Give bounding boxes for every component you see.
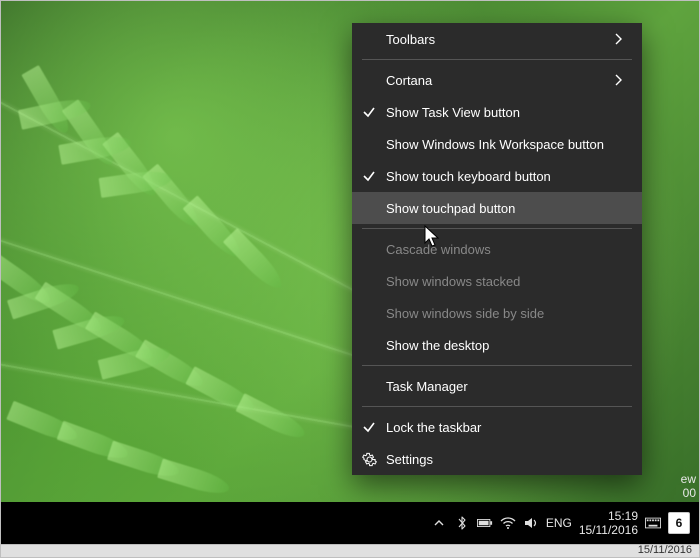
menu-item-label: Toolbars (386, 32, 608, 47)
tray-date: 15/11/2016 (579, 523, 638, 537)
menu-item-label: Lock the taskbar (386, 420, 608, 435)
tray-peek-text: ew 00 (681, 472, 696, 500)
tray-peek-line1: ew (681, 472, 696, 486)
menu-item-label: Settings (386, 452, 608, 467)
chevron-up-icon[interactable] (431, 515, 447, 531)
menu-item-label: Show touchpad button (386, 201, 608, 216)
menu-item-label: Show windows stacked (386, 274, 608, 289)
menu-item-show-task-view[interactable]: Show Task View button (352, 96, 642, 128)
keyboard-icon[interactable] (645, 515, 661, 531)
menu-separator (362, 365, 632, 366)
menu-item-show-touch-keyboard[interactable]: Show touch keyboard button (352, 160, 642, 192)
system-tray[interactable]: ENG 15:19 15/11/2016 6 (425, 502, 696, 544)
volume-icon[interactable] (523, 515, 539, 531)
menu-item-show-touchpad[interactable]: Show touchpad button (352, 192, 642, 224)
menu-item-task-manager[interactable]: Task Manager (352, 370, 642, 402)
chevron-right-icon (608, 33, 628, 45)
menu-item-label: Cascade windows (386, 242, 608, 257)
menu-item-toolbars[interactable]: Toolbars (352, 23, 642, 55)
tray-peek-line2: 00 (681, 486, 696, 500)
menu-item-label: Show Windows Ink Workspace button (386, 137, 608, 152)
footer-strip: 15/11/2016 (0, 544, 700, 558)
taskbar[interactable]: ENG 15:19 15/11/2016 6 (0, 502, 700, 544)
menu-separator (362, 406, 632, 407)
menu-item-cortana[interactable]: Cortana (352, 64, 642, 96)
menu-item-label: Task Manager (386, 379, 608, 394)
check-icon (352, 169, 386, 183)
menu-item-show-ink-workspace[interactable]: Show Windows Ink Workspace button (352, 128, 642, 160)
tray-clock[interactable]: 15:19 15/11/2016 (579, 509, 638, 537)
tray-language[interactable]: ENG (546, 516, 572, 530)
menu-item-cascade-windows: Cascade windows (352, 233, 642, 265)
battery-icon[interactable] (477, 515, 493, 531)
check-icon (352, 420, 386, 434)
menu-item-settings[interactable]: Settings (352, 443, 642, 475)
bluetooth-icon[interactable] (454, 515, 470, 531)
menu-separator (362, 228, 632, 229)
notification-count: 6 (676, 516, 683, 530)
menu-item-show-windows-stacked: Show windows stacked (352, 265, 642, 297)
taskbar-context-menu: Toolbars Cortana Show Task View button S… (352, 23, 642, 475)
tray-time: 15:19 (579, 509, 638, 523)
menu-item-show-desktop[interactable]: Show the desktop (352, 329, 642, 361)
menu-separator (362, 59, 632, 60)
gear-icon (352, 452, 386, 467)
footer-date: 15/11/2016 (638, 544, 692, 556)
menu-item-label: Show touch keyboard button (386, 169, 608, 184)
menu-item-show-windows-side-by-side: Show windows side by side (352, 297, 642, 329)
action-center-icon[interactable]: 6 (668, 512, 690, 534)
check-icon (352, 105, 386, 119)
menu-item-label: Show Task View button (386, 105, 608, 120)
menu-item-label: Cortana (386, 73, 608, 88)
menu-item-lock-taskbar[interactable]: Lock the taskbar (352, 411, 642, 443)
wifi-icon[interactable] (500, 515, 516, 531)
chevron-right-icon (608, 74, 628, 86)
menu-item-label: Show windows side by side (386, 306, 608, 321)
menu-item-label: Show the desktop (386, 338, 608, 353)
